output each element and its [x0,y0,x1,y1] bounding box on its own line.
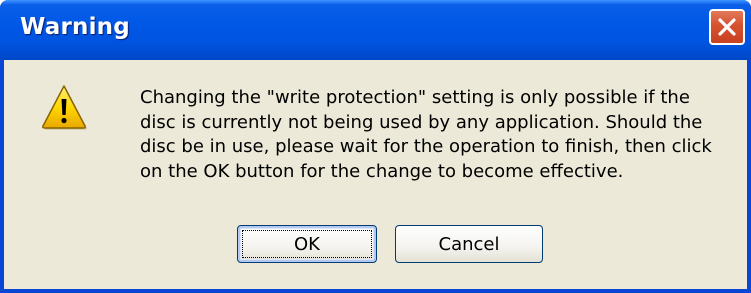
cancel-button[interactable]: Cancel [395,225,543,263]
message-line: Changing the "write protection" setting … [140,87,690,108]
close-icon [718,18,736,36]
warning-dialog: Warning Changing the "write protection" … [0,0,751,293]
focus-ring [242,230,372,258]
message-line: disc be in use, please wait for the oper… [140,136,712,157]
dialog-title: Warning [20,14,130,40]
close-button[interactable] [709,9,745,45]
message-line: disc is currently not being used by any … [140,111,703,133]
cancel-button-label: Cancel [438,233,500,255]
ok-button[interactable]: OK [237,225,377,263]
warning-icon [40,83,88,131]
title-bar[interactable]: Warning [0,0,751,60]
warning-message: Changing the "write protection" setting … [140,86,740,184]
message-line: on the OK button for the change to becom… [140,160,624,182]
